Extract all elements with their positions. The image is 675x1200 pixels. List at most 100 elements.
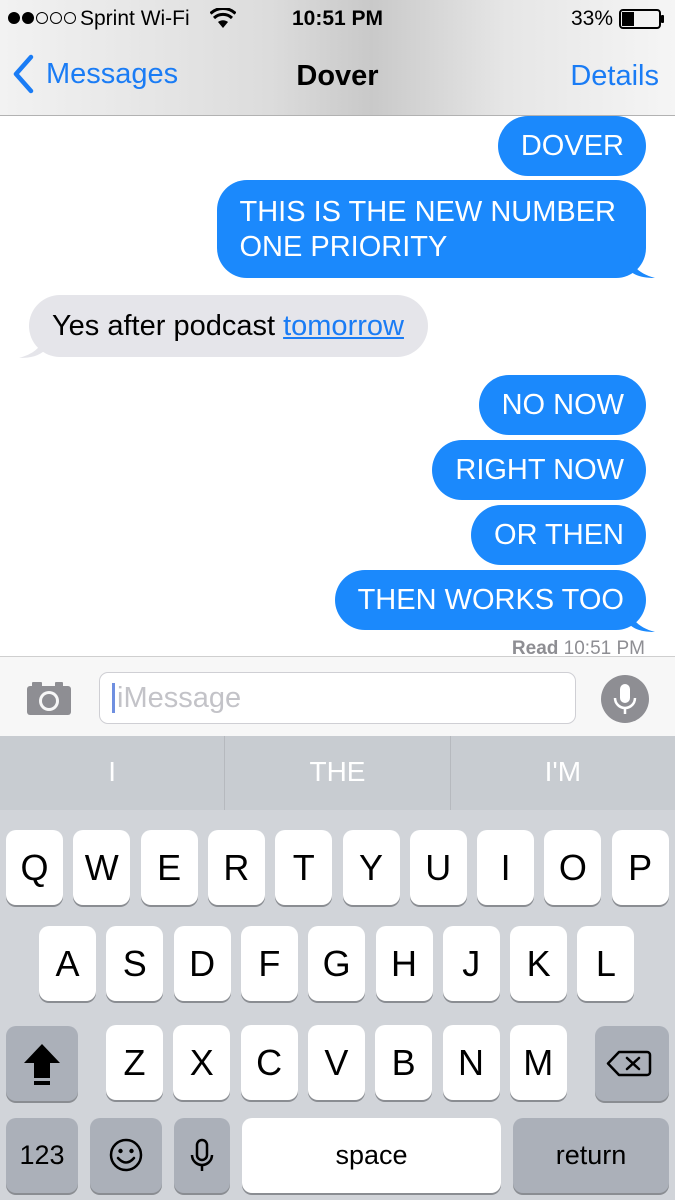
- message-input-bar: iMessage: [0, 656, 675, 736]
- return-key[interactable]: return: [513, 1118, 669, 1193]
- read-label: Read: [511, 638, 559, 656]
- message-bubble-outgoing[interactable]: THIS IS THE NEW NUMBER ONE PRIORITY: [216, 180, 646, 278]
- navigation-bar: Messages Dover Details: [0, 38, 675, 116]
- letter-key[interactable]: X: [173, 1025, 231, 1100]
- letter-key[interactable]: M: [509, 1025, 567, 1100]
- emoji-key[interactable]: [90, 1118, 162, 1193]
- letter-key[interactable]: H: [375, 926, 433, 1001]
- message-text: THEN WORKS TOO: [357, 584, 624, 616]
- message-bubble-outgoing[interactable]: NO NOW: [478, 375, 646, 435]
- letter-key[interactable]: A: [39, 926, 96, 1001]
- message-link[interactable]: tomorrow: [283, 310, 404, 342]
- camera-icon[interactable]: [25, 677, 73, 717]
- shift-key[interactable]: [6, 1026, 78, 1101]
- dictation-button[interactable]: [601, 675, 649, 723]
- battery-icon: [619, 9, 664, 29]
- letter-key-label: X: [189, 1042, 214, 1083]
- letter-key-label: Q: [20, 847, 49, 888]
- letter-key-label: V: [324, 1042, 349, 1083]
- letter-key[interactable]: C: [240, 1025, 298, 1100]
- read-time: 10:51 PM: [563, 638, 645, 656]
- text-cursor: [112, 683, 115, 713]
- letter-key[interactable]: U: [409, 830, 467, 905]
- letter-key-label: B: [391, 1042, 416, 1083]
- letter-key[interactable]: B: [375, 1025, 433, 1100]
- predictive-bar: I THE I'M: [0, 736, 675, 810]
- numbers-key-label: 123: [19, 1140, 65, 1170]
- letter-key[interactable]: S: [106, 926, 164, 1001]
- status-bar: Sprint Wi-Fi 10:51 PM 33%: [0, 0, 675, 38]
- letter-key-label: A: [55, 943, 80, 984]
- keyboard-microphone-icon: [190, 1138, 214, 1171]
- space-key[interactable]: space: [242, 1118, 501, 1193]
- prediction-suggestion[interactable]: THE: [225, 736, 451, 810]
- letter-key-label: J: [462, 943, 481, 984]
- letter-key-label: C: [256, 1042, 283, 1083]
- letter-key[interactable]: E: [140, 830, 198, 905]
- letter-key-label: P: [628, 847, 653, 888]
- letter-key-label: F: [258, 943, 281, 984]
- microphone-icon: [613, 684, 637, 714]
- message-text: THIS IS THE NEW NUMBER: [239, 196, 617, 228]
- letter-key-label: I: [500, 847, 511, 888]
- message-text: ONE PRIORITY: [239, 231, 448, 263]
- bubble-tail: [629, 610, 655, 632]
- message-text: Yes after podcast: [52, 310, 284, 342]
- letter-key-label: Z: [123, 1042, 146, 1083]
- letter-key[interactable]: D: [173, 926, 231, 1001]
- letter-key[interactable]: L: [577, 926, 635, 1001]
- message-text: NO NOW: [501, 389, 624, 421]
- letter-key-label: E: [157, 847, 182, 888]
- details-button[interactable]: Details: [570, 60, 659, 93]
- letter-key[interactable]: Z: [106, 1025, 163, 1100]
- numbers-key[interactable]: 123: [6, 1118, 78, 1193]
- delete-key[interactable]: [595, 1026, 669, 1101]
- letter-key[interactable]: O: [544, 830, 602, 905]
- conversation-view[interactable]: DOVER THIS IS THE NEW NUMBER ONE PRIORIT…: [0, 116, 675, 656]
- letter-key-label: L: [595, 943, 616, 984]
- letter-key-label: H: [391, 943, 417, 984]
- read-receipt: Read 10:51 PM: [512, 638, 645, 656]
- letter-key[interactable]: R: [207, 830, 265, 905]
- letter-key[interactable]: K: [510, 926, 568, 1001]
- message-text: RIGHT NOW: [455, 454, 624, 486]
- bubble-tail: [19, 336, 45, 358]
- message-text: DOVER: [520, 130, 624, 162]
- return-key-label: return: [555, 1140, 627, 1170]
- letter-key-label: G: [322, 943, 351, 984]
- letter-key[interactable]: F: [240, 926, 298, 1001]
- letter-key[interactable]: Q: [6, 830, 63, 905]
- bubble-tail: [629, 256, 655, 278]
- letter-key[interactable]: W: [73, 830, 131, 905]
- prediction-suggestion[interactable]: I'M: [451, 736, 675, 810]
- letter-key[interactable]: P: [611, 830, 669, 905]
- letter-key-label: W: [84, 847, 119, 888]
- letter-key[interactable]: N: [442, 1025, 500, 1100]
- keyboard: I THE I'M QWER T Y U I OP A S D FGH J K L Z X CV B NM 1…: [0, 736, 675, 1200]
- letter-key[interactable]: I: [477, 830, 535, 905]
- message-bubble-outgoing[interactable]: THEN WORKS TOO: [334, 570, 646, 630]
- letter-key-label: Y: [358, 847, 383, 888]
- imessage-input[interactable]: iMessage: [99, 672, 576, 724]
- letter-key[interactable]: V: [307, 1025, 365, 1100]
- letter-key-label: S: [122, 943, 147, 984]
- shift-icon: [24, 1044, 60, 1085]
- keyboard-dictation-key[interactable]: [174, 1118, 230, 1193]
- letter-key-label: K: [526, 943, 551, 984]
- message-bubble-outgoing[interactable]: OR THEN: [471, 505, 646, 565]
- space-key-label: space: [335, 1140, 408, 1170]
- letter-key-label: R: [223, 847, 250, 888]
- letter-key[interactable]: Y: [342, 830, 400, 905]
- emoji-icon: [109, 1138, 143, 1172]
- letter-key[interactable]: G: [308, 926, 366, 1001]
- letter-key-label: N: [458, 1042, 484, 1083]
- prediction-suggestion[interactable]: I: [0, 736, 226, 810]
- delete-icon: [606, 1050, 652, 1077]
- message-bubble-outgoing[interactable]: RIGHT NOW: [432, 440, 646, 500]
- letter-key[interactable]: T: [275, 830, 333, 905]
- letter-key-label: T: [292, 847, 315, 888]
- message-bubble-outgoing[interactable]: DOVER: [497, 116, 646, 176]
- letter-key-label: O: [558, 847, 587, 888]
- message-bubble-incoming[interactable]: Yes after podcast tomorrow: [29, 295, 428, 357]
- letter-key[interactable]: J: [442, 926, 500, 1001]
